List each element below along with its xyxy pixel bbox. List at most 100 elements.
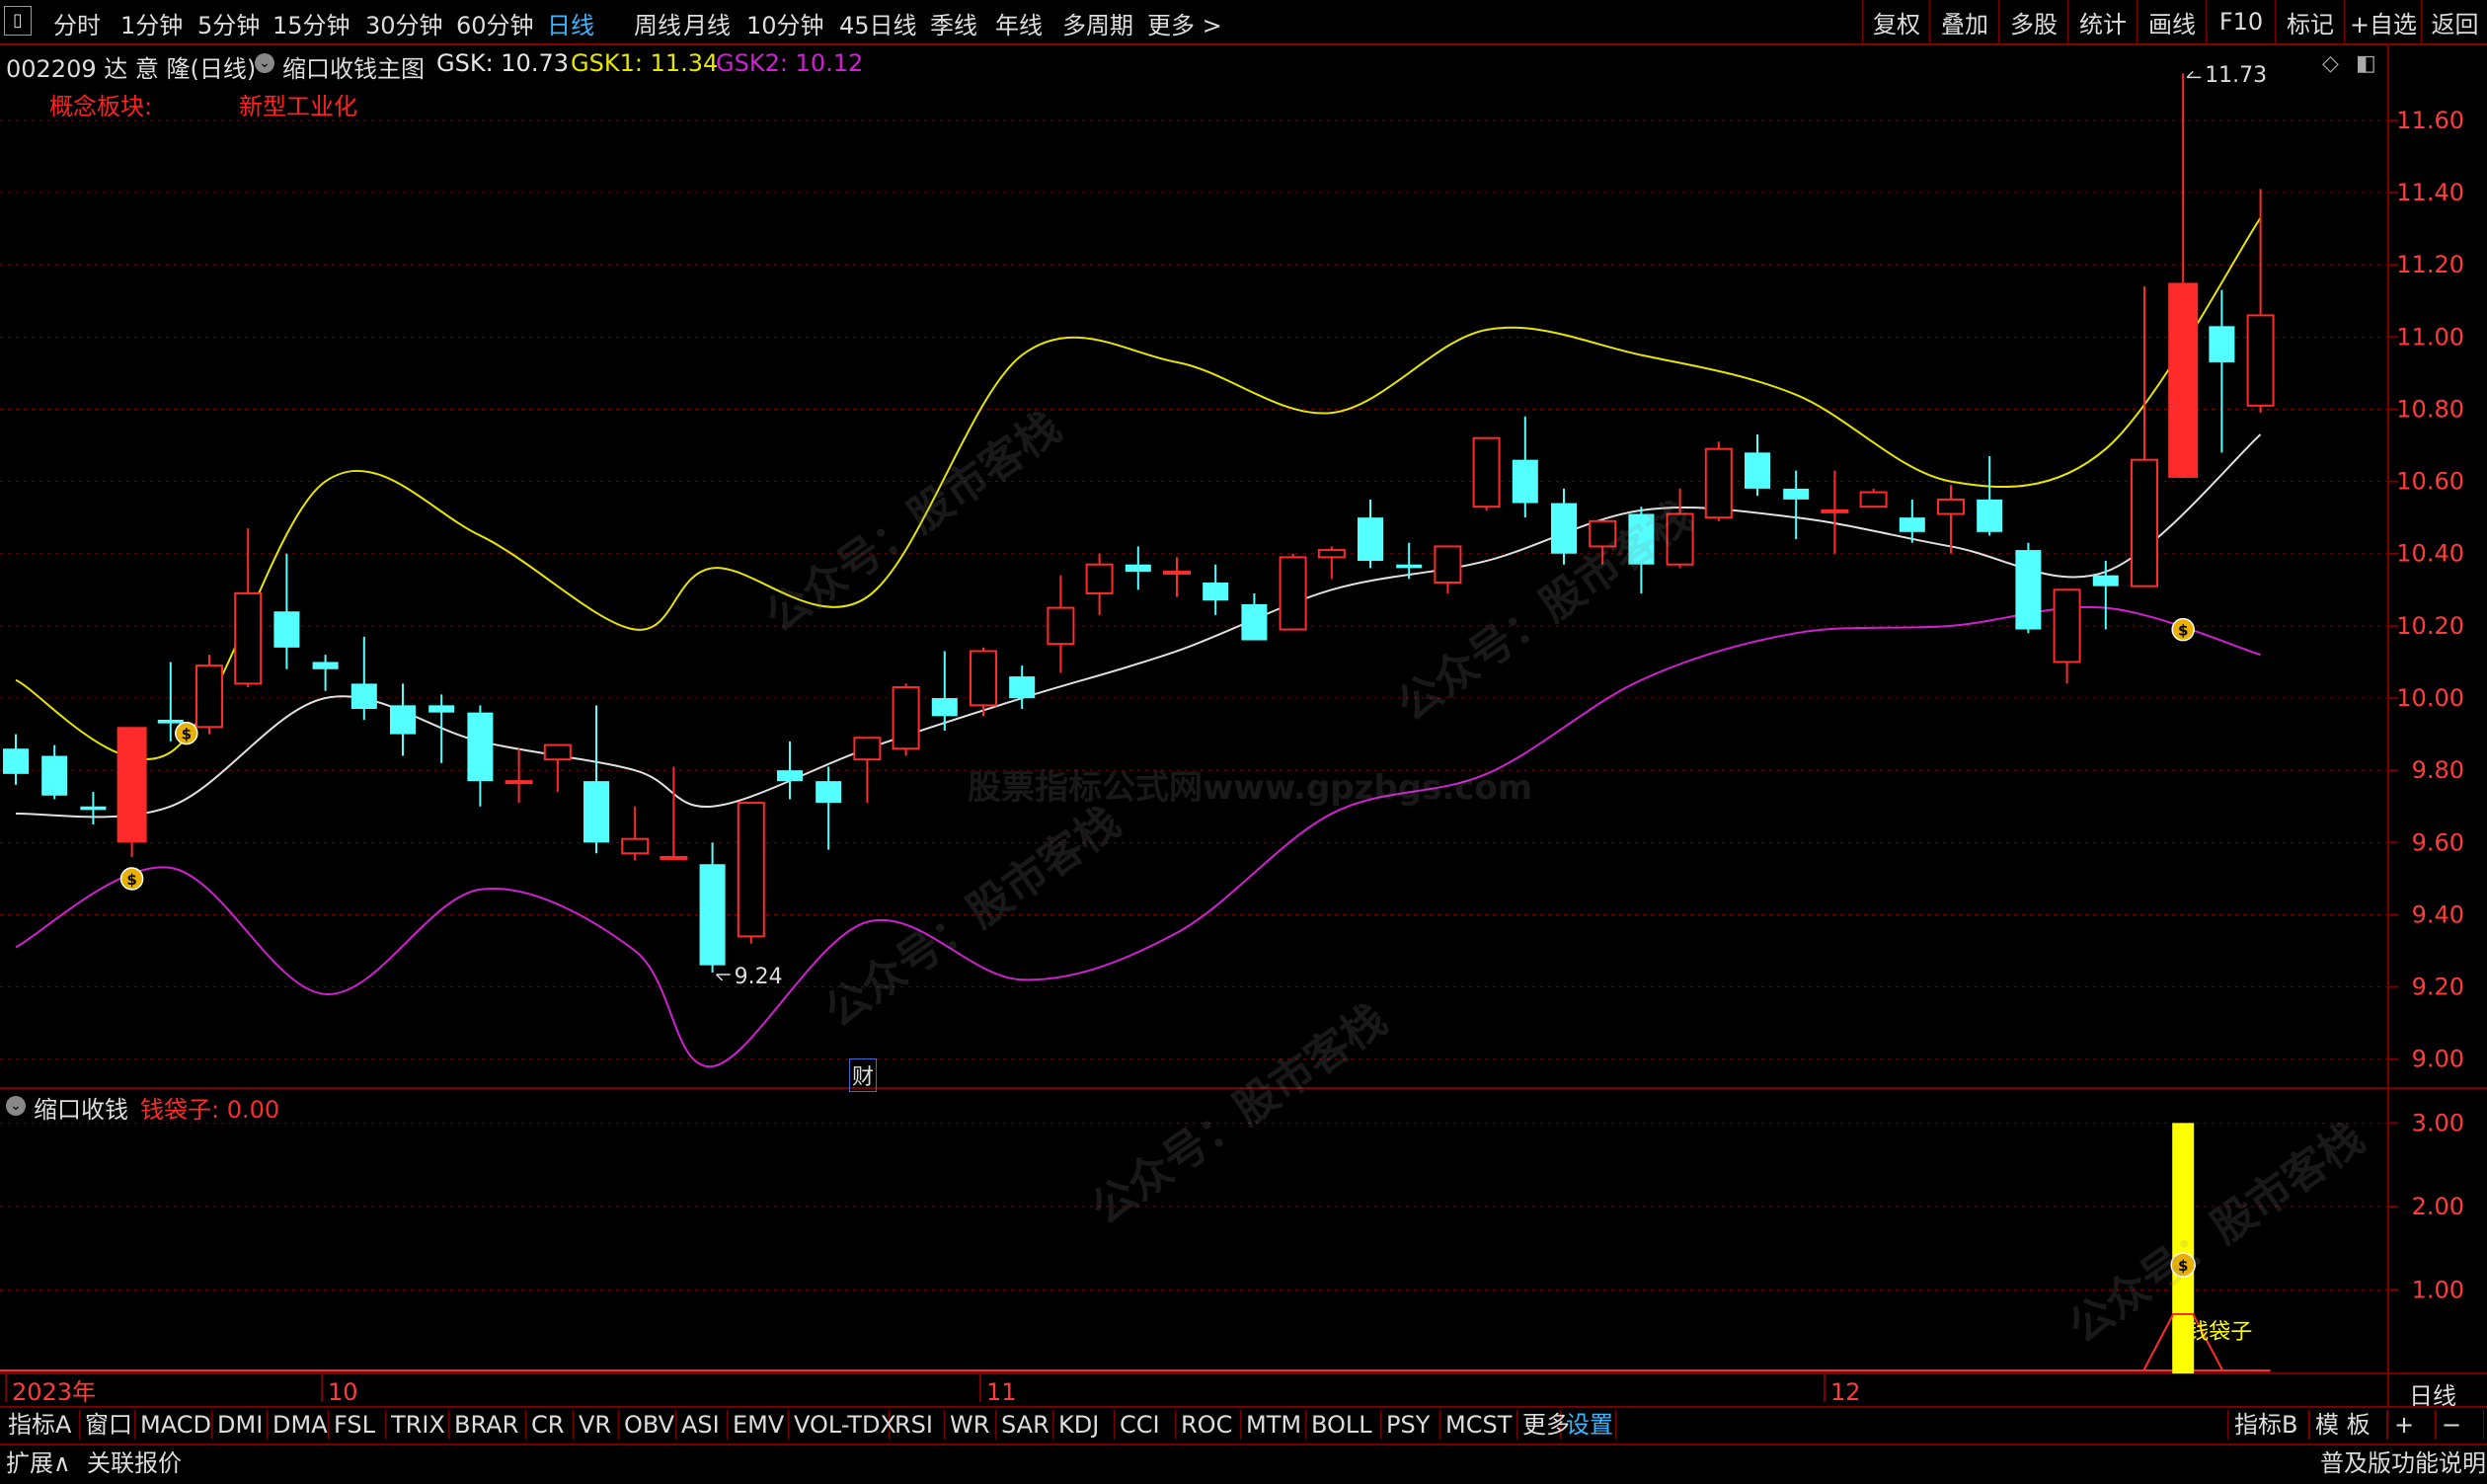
indicator-tab-3[interactable]: DMI	[211, 1410, 268, 1440]
tab-right-3[interactable]: −	[2435, 1410, 2484, 1440]
candle-body	[1551, 503, 1577, 554]
candle[interactable]	[853, 737, 882, 804]
sub-indicator-dropdown-icon[interactable]: ⌄	[6, 1096, 26, 1116]
candle[interactable]	[1704, 441, 1733, 521]
candle[interactable]	[1085, 553, 1114, 615]
candle[interactable]	[737, 802, 765, 944]
candle[interactable]	[1279, 553, 1307, 631]
candle[interactable]	[543, 743, 572, 793]
candle[interactable]	[234, 528, 263, 688]
candle[interactable]	[892, 683, 920, 756]
candle[interactable]	[312, 655, 339, 691]
expand-button[interactable]: 扩展∧	[6, 1447, 71, 1479]
candle[interactable]	[1937, 485, 1965, 554]
indicator-tab-17[interactable]: KDJ	[1052, 1410, 1115, 1440]
candle[interactable]	[117, 727, 147, 857]
candle[interactable]	[1512, 416, 1538, 518]
candle[interactable]	[1666, 488, 1694, 569]
indicator-tab-23[interactable]: MCST	[1439, 1410, 1517, 1440]
candle[interactable]	[816, 766, 842, 850]
candle[interactable]	[1358, 499, 1383, 569]
candle-body	[2131, 458, 2158, 587]
candle[interactable]	[80, 792, 107, 825]
candle[interactable]	[1628, 507, 1655, 593]
candle[interactable]	[390, 683, 416, 756]
indicator-tab-2[interactable]: MACD	[134, 1410, 212, 1440]
indicator-tab-13[interactable]: VOL-TDX	[788, 1410, 896, 1440]
indicator-tab-18[interactable]: CCI	[1114, 1410, 1176, 1440]
y-tick-label: 10.40	[2396, 540, 2464, 568]
candle[interactable]	[1745, 434, 1770, 497]
finance-badge[interactable]: 财	[849, 1058, 878, 1092]
indicator-tab-4[interactable]: DMA	[267, 1410, 329, 1440]
candle-body	[1666, 512, 1694, 566]
candle[interactable]	[3, 734, 29, 785]
candle[interactable]	[1434, 545, 1462, 593]
candle[interactable]	[931, 651, 958, 731]
candle[interactable]	[1551, 488, 1577, 565]
candle[interactable]	[1783, 470, 1810, 540]
indicator-tab-22[interactable]: PSY	[1380, 1410, 1440, 1440]
indicator-tab-19[interactable]: ROC	[1175, 1410, 1241, 1440]
candle[interactable]	[273, 553, 300, 669]
candle[interactable]	[428, 694, 455, 763]
indicator-tab-24[interactable]: 更多	[1516, 1410, 1570, 1440]
candle[interactable]	[2168, 73, 2199, 478]
candle[interactable]	[467, 705, 494, 807]
candle[interactable]	[970, 647, 997, 717]
tab-right-2[interactable]: +	[2387, 1410, 2437, 1440]
candle[interactable]	[1241, 592, 1268, 641]
candle[interactable]	[583, 705, 609, 854]
basic-version-help[interactable]: 普及版功能说明	[2320, 1447, 2486, 1479]
candle[interactable]	[2053, 588, 2081, 684]
candle[interactable]	[2209, 289, 2235, 453]
linked-quote-button[interactable]: 关联报价	[87, 1447, 182, 1479]
indicator-tab-12[interactable]: EMV	[727, 1410, 789, 1440]
tab-right-0[interactable]: 指标B	[2227, 1410, 2310, 1440]
candle[interactable]	[41, 744, 68, 800]
indicator-tab-14[interactable]: RSI	[889, 1410, 945, 1440]
tab-right-1[interactable]: 模 板	[2308, 1410, 2387, 1440]
candle[interactable]	[1472, 436, 1501, 510]
indicator-tab-11[interactable]: ASI	[675, 1410, 728, 1440]
sub-indicator-title[interactable]: 缩口收钱	[34, 1090, 128, 1125]
candle[interactable]	[621, 806, 650, 861]
indicator-tab-8[interactable]: CR	[525, 1410, 574, 1440]
candle[interactable]	[1125, 546, 1151, 590]
candle[interactable]	[2015, 542, 2042, 634]
indicator-tab-15[interactable]: WR	[944, 1410, 996, 1440]
candle[interactable]	[1203, 564, 1229, 615]
candle[interactable]	[350, 636, 377, 720]
candle[interactable]	[1163, 557, 1191, 597]
indicator-tab-16[interactable]: SAR	[995, 1410, 1053, 1440]
indicator-tab-5[interactable]: FSL	[328, 1410, 386, 1440]
indicator-tab-25[interactable]: 设置	[1560, 1410, 1616, 1440]
indicator-tab-9[interactable]: VR	[573, 1410, 619, 1440]
candle[interactable]	[1589, 519, 1617, 565]
candle[interactable]	[1977, 456, 2003, 536]
indicator-tab-20[interactable]: MTM	[1240, 1410, 1306, 1440]
candlestick-chart[interactable]: $ $ $ 11.60 11.40 11.20 11.00 10.80 10.60 10.40 1…	[0, 0, 2487, 1406]
candle[interactable]	[195, 655, 223, 735]
indicator-tab-1[interactable]: 窗口	[79, 1410, 135, 1440]
candle[interactable]	[2092, 561, 2119, 630]
indicator-tab-7[interactable]: BRAR	[448, 1410, 526, 1440]
indicator-tab-0[interactable]: 指标A	[2, 1410, 80, 1440]
svg-text:$: $	[2178, 622, 2188, 640]
candle[interactable]	[1821, 470, 1849, 554]
candle[interactable]	[2246, 189, 2275, 414]
candle[interactable]	[777, 741, 803, 800]
candle[interactable]	[1317, 546, 1346, 580]
indicator-tab-6[interactable]: TRIX	[385, 1410, 449, 1440]
candle[interactable]	[505, 748, 533, 804]
candle[interactable]	[1009, 665, 1036, 709]
candle-body	[1163, 571, 1191, 576]
candle[interactable]	[660, 766, 688, 860]
indicator-tab-10[interactable]: OBV	[618, 1410, 676, 1440]
candle[interactable]	[2131, 286, 2158, 587]
candle[interactable]	[699, 842, 726, 973]
candle[interactable]	[1859, 488, 1888, 508]
money-bag-icon: $	[2171, 617, 2195, 642]
indicator-tab-21[interactable]: BOLL	[1305, 1410, 1381, 1440]
candle[interactable]	[1047, 575, 1075, 673]
